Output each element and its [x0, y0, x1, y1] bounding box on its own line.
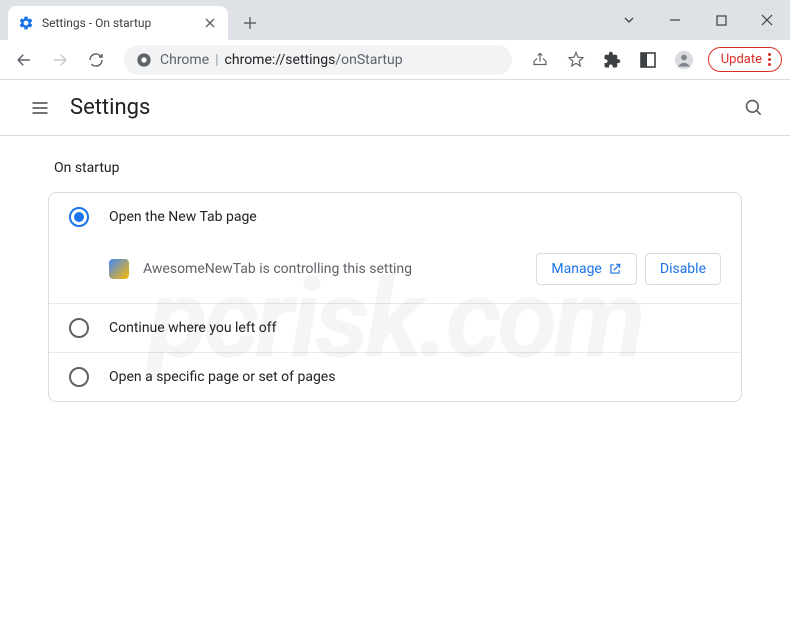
- share-icon[interactable]: [524, 44, 556, 76]
- address-bar[interactable]: Chrome | chrome://settings/onStartup: [124, 45, 512, 75]
- radio-button[interactable]: [69, 367, 89, 387]
- disable-label: Disable: [660, 261, 706, 277]
- extension-notice: AwesomeNewTab is controlling this settin…: [49, 241, 741, 303]
- close-icon[interactable]: [202, 15, 218, 31]
- manage-button[interactable]: Manage: [536, 253, 636, 285]
- close-window-button[interactable]: [744, 0, 790, 40]
- menu-icon[interactable]: [20, 88, 60, 128]
- titlebar: Settings - On startup: [0, 0, 790, 40]
- manage-label: Manage: [551, 261, 601, 277]
- update-label: Update: [721, 52, 762, 67]
- section-title: On startup: [48, 160, 742, 176]
- browser-tab[interactable]: Settings - On startup: [8, 6, 228, 40]
- content: On startup Open the New Tab page Awesome…: [0, 136, 790, 426]
- back-button[interactable]: [8, 44, 40, 76]
- settings-header: Settings: [0, 80, 790, 136]
- option-label: Open the New Tab page: [109, 209, 257, 225]
- window-controls: [606, 0, 790, 40]
- page-title: Settings: [70, 95, 150, 120]
- extension-actions: Manage Disable: [536, 253, 721, 285]
- gear-icon: [18, 15, 34, 31]
- maximize-button[interactable]: [698, 0, 744, 40]
- panel-icon[interactable]: [632, 44, 664, 76]
- option-label: Open a specific page or set of pages: [109, 369, 335, 385]
- extensions-icon[interactable]: [596, 44, 628, 76]
- reload-button[interactable]: [80, 44, 112, 76]
- option-label: Continue where you left off: [109, 320, 277, 336]
- startup-card: Open the New Tab page AwesomeNewTab is c…: [48, 192, 742, 402]
- toolbar: Chrome | chrome://settings/onStartup Upd…: [0, 40, 790, 80]
- addr-host: chrome://settings: [225, 52, 336, 68]
- option-new-tab[interactable]: Open the New Tab page: [49, 193, 741, 241]
- star-icon[interactable]: [560, 44, 592, 76]
- address-text: Chrome | chrome://settings/onStartup: [160, 52, 403, 68]
- update-button[interactable]: Update: [708, 47, 782, 72]
- forward-button[interactable]: [44, 44, 76, 76]
- radio-button[interactable]: [69, 207, 89, 227]
- minimize-button[interactable]: [652, 0, 698, 40]
- addr-scheme: Chrome: [160, 52, 209, 68]
- radio-button[interactable]: [69, 318, 89, 338]
- toolbar-actions: Update: [524, 44, 782, 76]
- extension-icon: [109, 259, 129, 279]
- external-link-icon: [608, 262, 622, 276]
- chevron-down-icon[interactable]: [606, 0, 652, 40]
- profile-icon[interactable]: [668, 44, 700, 76]
- option-specific[interactable]: Open a specific page or set of pages: [49, 352, 741, 401]
- option-continue[interactable]: Continue where you left off: [49, 303, 741, 352]
- addr-path: /onStartup: [335, 52, 402, 68]
- disable-button[interactable]: Disable: [645, 253, 721, 285]
- new-tab-button[interactable]: [236, 9, 264, 37]
- tab-title: Settings - On startup: [42, 16, 202, 30]
- search-icon[interactable]: [734, 88, 774, 128]
- chrome-icon: [136, 52, 152, 68]
- extension-text: AwesomeNewTab is controlling this settin…: [143, 261, 522, 277]
- menu-dots-icon: [768, 53, 771, 66]
